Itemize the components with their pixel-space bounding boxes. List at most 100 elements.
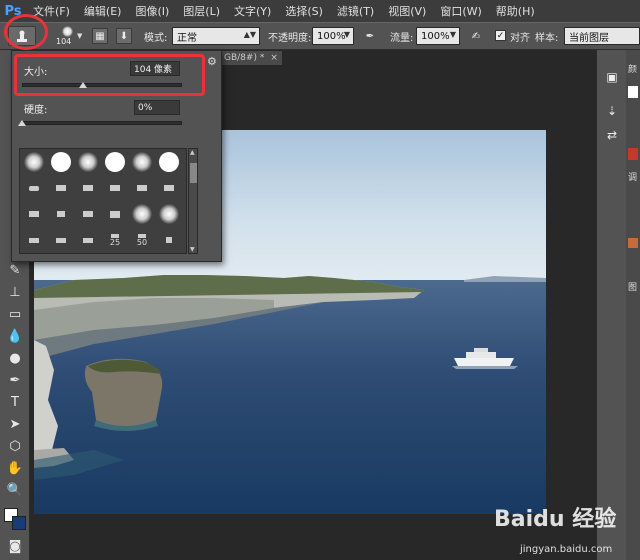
- adjust-panel-button[interactable]: ⇄: [602, 126, 622, 144]
- brush-preset-hard-round[interactable]: [48, 150, 74, 174]
- menu-filter[interactable]: 滤镜(T): [330, 3, 381, 19]
- history-panel-button[interactable]: ▣: [602, 68, 622, 86]
- baidu-logo: Baidu 经验 jingyan.baidu.com: [494, 506, 616, 555]
- brush-preset-tip[interactable]: [102, 176, 128, 200]
- brush-preset-tip[interactable]: [129, 176, 155, 200]
- brush-preset-tip[interactable]: [156, 176, 182, 200]
- brush-preset-label: 50: [136, 237, 148, 247]
- menu-type[interactable]: 文字(Y): [227, 3, 278, 19]
- color-swatch[interactable]: [628, 86, 638, 98]
- airbrush-button[interactable]: ✍: [468, 28, 484, 44]
- sample-label: 样本:: [535, 32, 559, 44]
- hardness-field[interactable]: 0%: [134, 100, 180, 115]
- scroll-down-icon[interactable]: ▼: [190, 246, 195, 253]
- scroll-up-icon[interactable]: ▲: [190, 149, 195, 156]
- brush-preset-hard-round[interactable]: [102, 150, 128, 174]
- pen-icon: ✒: [9, 372, 21, 388]
- shape-tool-button[interactable]: ⬡: [3, 436, 27, 456]
- menu-help[interactable]: 帮助(H): [489, 3, 542, 19]
- scrollbar-thumb[interactable]: [190, 163, 197, 183]
- document-tab[interactable]: GB/8#) * ×: [220, 51, 282, 65]
- brush-list-scrollbar[interactable]: ▲ ▼: [188, 148, 198, 254]
- menu-window[interactable]: 窗口(W): [433, 3, 488, 19]
- opacity-value: 100%: [317, 30, 346, 42]
- history-icon: ▣: [606, 70, 618, 84]
- brush-preset-hard-round[interactable]: [156, 150, 182, 174]
- brush-preset-soft-round[interactable]: [156, 202, 182, 226]
- adjustments-panel-tab[interactable]: 调: [628, 170, 637, 183]
- pressure-pen-icon: ✒: [365, 30, 375, 42]
- annotation-box: [14, 54, 205, 96]
- brush-icon: ✎: [9, 262, 21, 278]
- photoshop-window: Ps 文件(F) 编辑(E) 图像(I) 图层(L) 文字(Y) 选择(S) 滤…: [0, 0, 640, 560]
- sample-value: 当前图层: [569, 32, 609, 44]
- brush-preset-tip[interactable]: [21, 176, 47, 200]
- path-select-tool-button[interactable]: ➤: [3, 414, 27, 434]
- hand-tool-button[interactable]: ✋: [3, 458, 27, 478]
- brush-preset-tip[interactable]: [75, 176, 101, 200]
- brush-preset-list[interactable]: 25 50: [19, 148, 187, 254]
- toggle-brush-panel-button[interactable]: ▦: [92, 28, 108, 44]
- watermark-url: jingyan.baidu.com: [519, 544, 612, 555]
- close-icon[interactable]: ×: [270, 53, 278, 63]
- gradient-icon: ▭: [8, 306, 22, 322]
- layers-panel-tab[interactable]: 图: [628, 280, 637, 293]
- brush-preset-soft-round[interactable]: [129, 150, 155, 174]
- menu-image[interactable]: 图像(I): [128, 3, 176, 19]
- dodge-tool-button[interactable]: ●: [3, 348, 27, 368]
- quick-mask-button[interactable]: ◙: [3, 536, 27, 556]
- brush-preset-soft-round[interactable]: [75, 150, 101, 174]
- dodge-icon: ●: [9, 350, 21, 366]
- opacity-field[interactable]: 100% ▼: [312, 27, 354, 45]
- brush-preset-tip[interactable]: [21, 202, 47, 226]
- gear-icon[interactable]: ⚙: [207, 55, 217, 68]
- brush-preset-25[interactable]: 25: [102, 228, 128, 252]
- type-icon: T: [11, 394, 19, 410]
- menu-view[interactable]: 视图(V): [381, 3, 433, 19]
- swatch-orange[interactable]: [628, 238, 638, 248]
- align-checkbox[interactable]: ✓: [495, 30, 506, 41]
- menu-edit[interactable]: 编辑(E): [77, 3, 129, 19]
- brush-preset-picker[interactable]: 104 ▼: [54, 25, 84, 47]
- pen-tool-button[interactable]: ✒: [3, 370, 27, 390]
- toggle-clone-source-button[interactable]: ⬇: [116, 28, 132, 44]
- brush-panel-button[interactable]: ⇣: [602, 102, 622, 120]
- brush-preset-tip[interactable]: [21, 228, 47, 252]
- menu-select[interactable]: 选择(S): [278, 3, 330, 19]
- clone-stamp-tool-button[interactable]: ⊥: [3, 282, 27, 302]
- blur-tool-button[interactable]: 💧: [3, 326, 27, 346]
- menu-layer[interactable]: 图层(L): [176, 3, 227, 19]
- brush-tip-icon: [62, 26, 73, 37]
- hardness-slider-knob[interactable]: [18, 120, 26, 126]
- brush-preset-50[interactable]: 50: [129, 228, 155, 252]
- brush-tool-button[interactable]: ✎: [3, 260, 27, 280]
- sliders-icon: ⇄: [606, 128, 618, 142]
- brush-preset-tip[interactable]: [102, 202, 128, 226]
- brush-panel-icon: ⇣: [606, 104, 618, 118]
- panel-dock: ▣ ⇣ ⇄: [596, 50, 626, 560]
- droplet-icon: 💧: [6, 328, 24, 344]
- hardness-slider-track[interactable]: [22, 121, 182, 125]
- brush-preset-tip[interactable]: [48, 228, 74, 252]
- brush-preset-tip[interactable]: [75, 202, 101, 226]
- options-bar: 104 ▼ ▦ ⬇ 模式: 正常 ▲▼ 不透明度: 100% ▼ ✒ 流量: 1…: [0, 22, 640, 50]
- brush-preset-tip[interactable]: [75, 228, 101, 252]
- background-color-swatch[interactable]: [12, 516, 26, 530]
- swatch-red[interactable]: [628, 148, 638, 160]
- brush-preset-tip[interactable]: [156, 228, 182, 252]
- type-tool-button[interactable]: T: [3, 392, 27, 412]
- gradient-tool-button[interactable]: ▭: [3, 304, 27, 324]
- brush-preset-label: 25: [109, 237, 121, 247]
- mode-select[interactable]: 正常 ▲▼: [172, 27, 260, 45]
- opacity-pressure-button[interactable]: ✒: [362, 28, 378, 44]
- brush-size-readout: 104: [56, 37, 72, 46]
- sample-select[interactable]: 当前图层: [564, 27, 640, 45]
- flow-field[interactable]: 100% ▼: [416, 27, 460, 45]
- brush-preset-tip[interactable]: [48, 176, 74, 200]
- color-panel-tab[interactable]: 颜: [628, 62, 637, 75]
- align-label: 对齐: [510, 32, 530, 44]
- zoom-tool-button[interactable]: 🔍: [3, 480, 27, 500]
- brush-preset-soft-round[interactable]: [129, 202, 155, 226]
- brush-preset-tip[interactable]: [48, 202, 74, 226]
- brush-preset-soft-round[interactable]: [21, 150, 47, 174]
